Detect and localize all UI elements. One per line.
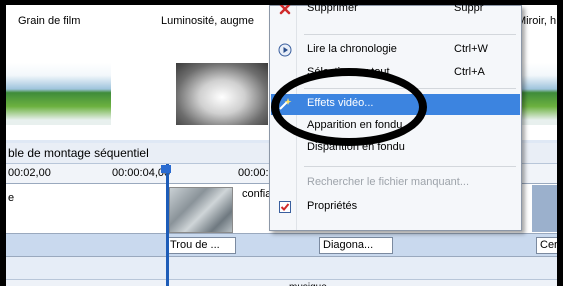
transition-item[interactable]: Diagona...	[319, 237, 393, 254]
music-track[interactable]	[6, 280, 557, 286]
annotation-ellipse	[271, 68, 427, 146]
effect-label-film-grain[interactable]: Grain de film	[18, 15, 80, 27]
delete-icon	[278, 5, 292, 16]
menu-item-label: Propriétés	[307, 200, 358, 212]
menu-item-play-timeline[interactable]: Lire la chronologie Ctrl+W	[271, 40, 520, 61]
video-clip-name[interactable]: confia	[242, 188, 271, 200]
transition-item[interactable]: Cer	[536, 237, 557, 254]
video-track-label: e	[8, 192, 15, 204]
menu-separator	[304, 166, 516, 167]
play-icon	[278, 43, 292, 57]
effect-thumbnail-brightness[interactable]	[176, 63, 268, 125]
effect-label-brightness[interactable]: Luminosité, augme	[161, 15, 254, 27]
menu-item-delete[interactable]: Supprimer Suppr	[271, 5, 520, 20]
video-clip-next[interactable]	[532, 185, 557, 232]
transition-item[interactable]: Trou de ...	[166, 237, 236, 254]
menu-item-shortcut: Ctrl+W	[454, 43, 488, 55]
movie-maker-window: Grain de film Luminosité, augme Miroir, …	[6, 5, 557, 286]
menu-item-label: Rechercher le fichier manquant...	[307, 176, 470, 188]
timeline-title: ble de montage séquentiel	[8, 146, 149, 160]
transition-track[interactable]	[6, 234, 557, 257]
playhead-line[interactable]	[166, 164, 169, 286]
menu-item-shortcut: Suppr	[454, 5, 484, 14]
effect-label-mirror[interactable]: Miroir, h	[517, 15, 556, 27]
audio-track[interactable]	[6, 257, 557, 280]
effect-thumbnail-film-grain[interactable]	[6, 63, 111, 125]
ruler-tick: 00:02,00	[8, 167, 51, 179]
menu-item-label: Supprimer	[307, 5, 358, 14]
menu-separator	[304, 34, 516, 35]
menu-item-label: Lire la chronologie	[307, 43, 397, 55]
properties-icon	[278, 200, 292, 214]
video-clip-thumbnail[interactable]	[169, 187, 233, 233]
menu-item-properties[interactable]: Propriétés	[271, 197, 520, 218]
menu-item-find-missing-file[interactable]: Rechercher le fichier manquant...	[271, 173, 520, 194]
music-track-label: musique	[289, 282, 327, 286]
menu-item-fade-out[interactable]: Disparition en fondu	[271, 138, 520, 159]
effect-thumbnail-mirror[interactable]	[516, 63, 557, 125]
menu-item-shortcut: Ctrl+A	[454, 66, 485, 78]
playhead-handle[interactable]	[161, 165, 171, 173]
